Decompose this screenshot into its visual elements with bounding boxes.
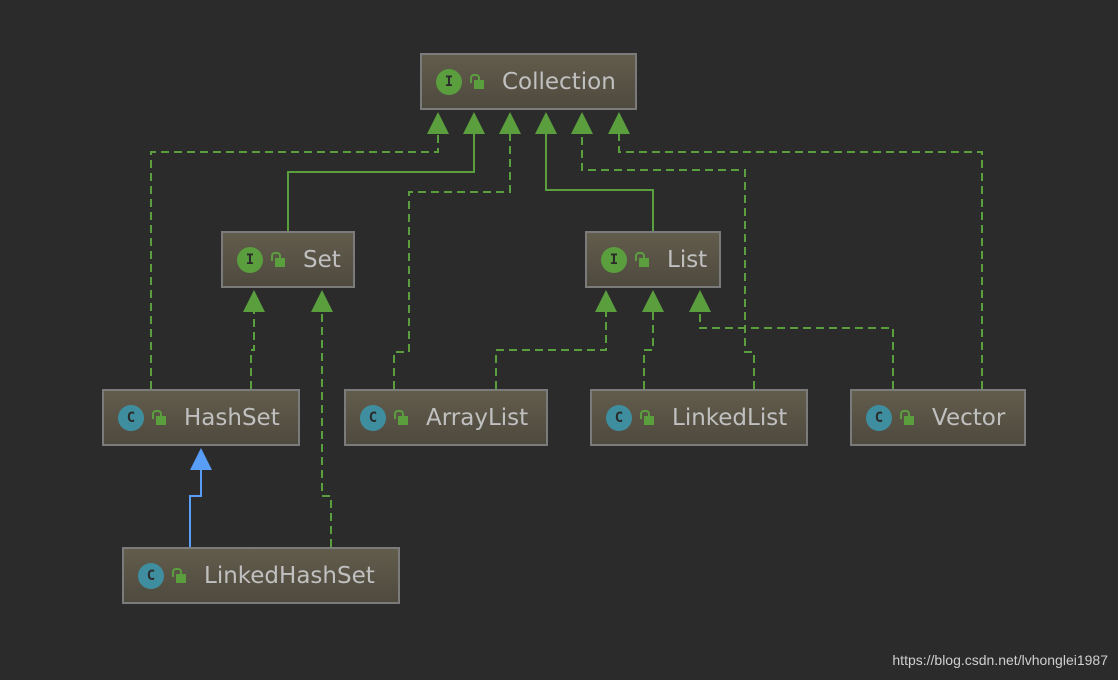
arrow-head-icon bbox=[642, 290, 664, 312]
public-lock-icon bbox=[271, 251, 285, 268]
arrow-head-icon bbox=[311, 290, 333, 312]
edge-linkedlist-list bbox=[643, 312, 654, 389]
edge-hashset-set bbox=[250, 312, 255, 389]
arrow-head-icon bbox=[243, 290, 265, 312]
class-icon: C bbox=[360, 404, 386, 431]
watermark: https://blog.csdn.net/lvhonglei1987 bbox=[892, 652, 1108, 668]
edge-arraylist-list bbox=[495, 312, 607, 389]
class-icon: C bbox=[138, 562, 164, 589]
node-label: List bbox=[667, 246, 708, 273]
public-lock-icon bbox=[172, 567, 186, 584]
interface-icon: I bbox=[436, 68, 462, 95]
edge-linkedhashset-hashset bbox=[189, 470, 202, 547]
node-list[interactable]: I List bbox=[585, 231, 721, 288]
edge-vector-list bbox=[699, 312, 894, 389]
edge-set-collection bbox=[287, 134, 475, 231]
arrow-head-icon bbox=[190, 448, 212, 470]
node-label: Collection bbox=[502, 68, 616, 95]
class-icon: C bbox=[606, 404, 632, 431]
arrow-head-icon bbox=[499, 112, 521, 134]
arrow-head-icon bbox=[608, 112, 630, 134]
edge-linkedhashset-set bbox=[321, 312, 332, 547]
public-lock-icon bbox=[640, 409, 654, 426]
node-label: LinkedHashSet bbox=[204, 562, 375, 589]
node-linkedlist[interactable]: C LinkedList bbox=[590, 389, 808, 446]
node-label: Set bbox=[303, 246, 341, 273]
node-collection[interactable]: I Collection bbox=[420, 53, 637, 110]
arrow-head-icon bbox=[689, 290, 711, 312]
public-lock-icon bbox=[394, 409, 408, 426]
public-lock-icon bbox=[900, 409, 914, 426]
node-set[interactable]: I Set bbox=[221, 231, 355, 288]
interface-icon: I bbox=[237, 246, 263, 273]
public-lock-icon bbox=[152, 409, 166, 426]
node-arraylist[interactable]: C ArrayList bbox=[344, 389, 548, 446]
interface-icon: I bbox=[601, 246, 627, 273]
node-label: HashSet bbox=[184, 404, 280, 431]
public-lock-icon bbox=[635, 251, 649, 268]
public-lock-icon bbox=[470, 73, 484, 90]
node-label: Vector bbox=[932, 404, 1006, 431]
node-hashset[interactable]: C HashSet bbox=[102, 389, 300, 446]
arrow-head-icon bbox=[427, 112, 449, 134]
arrow-head-icon bbox=[535, 112, 557, 134]
class-icon: C bbox=[866, 404, 892, 431]
edge-list-collection bbox=[545, 134, 654, 231]
node-label: LinkedList bbox=[672, 404, 788, 431]
node-label: ArrayList bbox=[426, 404, 529, 431]
node-vector[interactable]: C Vector bbox=[850, 389, 1026, 446]
arrow-head-icon bbox=[571, 112, 593, 134]
arrow-head-icon bbox=[463, 112, 485, 134]
node-linkedhashset[interactable]: C LinkedHashSet bbox=[122, 547, 400, 604]
arrow-head-icon bbox=[595, 290, 617, 312]
class-icon: C bbox=[118, 404, 144, 431]
